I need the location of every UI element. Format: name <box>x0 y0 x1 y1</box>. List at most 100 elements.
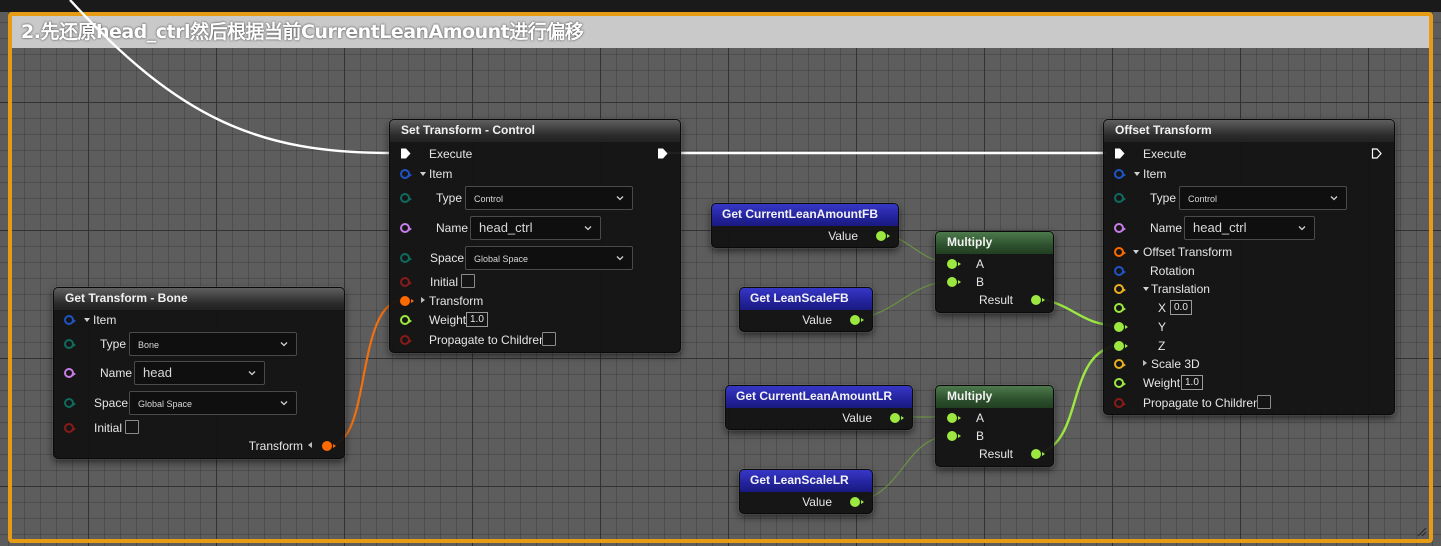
space-dropdown[interactable]: Global Space <box>465 246 633 270</box>
type-dropdown[interactable]: Control <box>1179 186 1347 210</box>
type-pin[interactable] <box>400 193 412 203</box>
exec-out-icon[interactable] <box>1371 148 1382 159</box>
multiply-node-2[interactable]: Multiply A B Result <box>935 385 1054 467</box>
x-input[interactable]: 0.0 <box>1170 300 1192 315</box>
name-label: Name <box>436 221 469 235</box>
get-lean-scale-fb-node[interactable]: Get LeanScaleFB Value <box>739 287 873 332</box>
chevron-down-icon <box>280 342 288 347</box>
expand-arrow-icon[interactable] <box>421 297 425 303</box>
propagate-pin[interactable] <box>1114 398 1126 408</box>
execute-label: Execute <box>429 147 473 161</box>
value-output-pin[interactable] <box>850 315 864 325</box>
name-dropdown[interactable]: head_ctrl <box>470 216 601 240</box>
value-output-pin[interactable] <box>850 497 864 507</box>
value-label: Value <box>802 313 832 327</box>
node-title: Get CurrentLeanAmountLR <box>726 386 912 408</box>
propagate-pin[interactable] <box>400 335 412 345</box>
value-output-pin[interactable] <box>890 413 904 423</box>
result-output-pin[interactable] <box>1031 449 1045 459</box>
initial-pin[interactable] <box>400 277 412 287</box>
weight-label: Weight <box>1143 376 1181 390</box>
offset-transform-pin[interactable] <box>1114 247 1126 257</box>
type-pin[interactable] <box>1114 193 1126 203</box>
offset-transform-node[interactable]: Offset Transform Execute Item Type Contr… <box>1103 119 1395 415</box>
initial-checkbox[interactable] <box>461 274 475 288</box>
node-title: Get CurrentLeanAmountFB <box>712 204 898 226</box>
transform-output-pin[interactable] <box>322 441 336 451</box>
expand-arrow-icon[interactable] <box>1143 287 1149 291</box>
get-lean-scale-lr-node[interactable]: Get LeanScaleLR Value <box>739 469 873 514</box>
name-dropdown[interactable]: head <box>134 361 265 385</box>
space-pin[interactable] <box>64 398 76 408</box>
get-transform-bone-node[interactable]: Get Transform - Bone Item Type Bone Name… <box>53 287 345 459</box>
expand-arrow-icon[interactable] <box>1143 360 1147 366</box>
expand-arrow-icon[interactable] <box>420 172 426 176</box>
weight-pin[interactable] <box>400 315 412 325</box>
multiply-node-1[interactable]: Multiply A B Result <box>935 231 1054 313</box>
name-pin[interactable] <box>64 368 76 378</box>
weight-pin[interactable] <box>1114 378 1126 388</box>
a-input-pin[interactable] <box>947 259 961 269</box>
rotation-pin[interactable] <box>1114 266 1126 276</box>
propagate-label: Propagate to Children <box>1143 396 1260 410</box>
weight-label: Weight <box>429 313 467 327</box>
weight-input[interactable]: 1.0 <box>1181 375 1203 390</box>
weight-input[interactable]: 1.0 <box>466 312 488 327</box>
set-transform-control-node[interactable]: Set Transform - Control Execute Item Typ… <box>389 119 681 353</box>
type-dropdown[interactable]: Control <box>465 186 633 210</box>
z-pin[interactable] <box>1114 341 1128 351</box>
expand-arrow-icon[interactable] <box>84 318 90 322</box>
item-label: Item <box>93 313 117 327</box>
scale-pin[interactable] <box>1114 359 1126 369</box>
node-title: Offset Transform <box>1104 120 1394 142</box>
expand-arrow-icon[interactable] <box>1133 250 1139 254</box>
chevron-down-icon <box>248 371 256 376</box>
expand-arrow-icon[interactable] <box>1134 172 1140 176</box>
result-label: Result <box>978 447 1013 461</box>
chevron-down-icon <box>1298 226 1306 231</box>
exec-in-icon[interactable] <box>1114 148 1125 159</box>
get-current-lean-lr-node[interactable]: Get CurrentLeanAmountLR Value <box>725 385 913 430</box>
result-output-pin[interactable] <box>1031 295 1045 305</box>
a-input-pin[interactable] <box>947 413 961 423</box>
name-dropdown[interactable]: head_ctrl <box>1184 216 1315 240</box>
translation-label: Translation <box>1151 282 1210 296</box>
type-dropdown[interactable]: Bone <box>129 332 297 356</box>
exec-in-icon[interactable] <box>400 148 411 159</box>
node-title: Get LeanScaleFB <box>740 288 872 310</box>
name-pin[interactable] <box>400 223 412 233</box>
initial-label: Initial <box>430 275 459 289</box>
item-label: Item <box>429 167 453 181</box>
value-output-pin[interactable] <box>876 231 890 241</box>
initial-pin[interactable] <box>64 423 76 433</box>
b-input-pin[interactable] <box>947 431 961 441</box>
space-label: Space <box>430 251 465 265</box>
expand-arrow-icon[interactable] <box>308 442 312 448</box>
propagate-checkbox[interactable] <box>542 332 556 346</box>
type-label: Type <box>1150 191 1177 205</box>
name-pin[interactable] <box>1114 223 1126 233</box>
propagate-label: Propagate to Children <box>429 333 546 347</box>
transform-input-pin[interactable] <box>400 296 414 306</box>
get-current-lean-fb-node[interactable]: Get CurrentLeanAmountFB Value <box>711 203 899 248</box>
chevron-down-icon <box>616 196 624 201</box>
initial-label: Initial <box>94 421 123 435</box>
propagate-checkbox[interactable] <box>1257 395 1271 409</box>
translation-pin[interactable] <box>1114 284 1126 294</box>
item-pin[interactable] <box>1114 169 1126 179</box>
space-pin[interactable] <box>400 253 412 263</box>
space-dropdown[interactable]: Global Space <box>129 391 297 415</box>
initial-checkbox[interactable] <box>125 420 139 434</box>
chevron-down-icon <box>584 226 592 231</box>
type-pin[interactable] <box>64 339 76 349</box>
type-label: Type <box>436 191 463 205</box>
node-title: Get LeanScaleLR <box>740 470 872 492</box>
item-pin[interactable] <box>400 169 412 179</box>
x-pin[interactable] <box>1114 303 1126 313</box>
offset-transform-label: Offset Transform <box>1143 245 1233 259</box>
item-pin[interactable] <box>64 315 76 325</box>
y-label: Y <box>1158 320 1167 334</box>
b-input-pin[interactable] <box>947 277 961 287</box>
y-pin[interactable] <box>1114 322 1128 332</box>
exec-out-icon[interactable] <box>657 148 668 159</box>
